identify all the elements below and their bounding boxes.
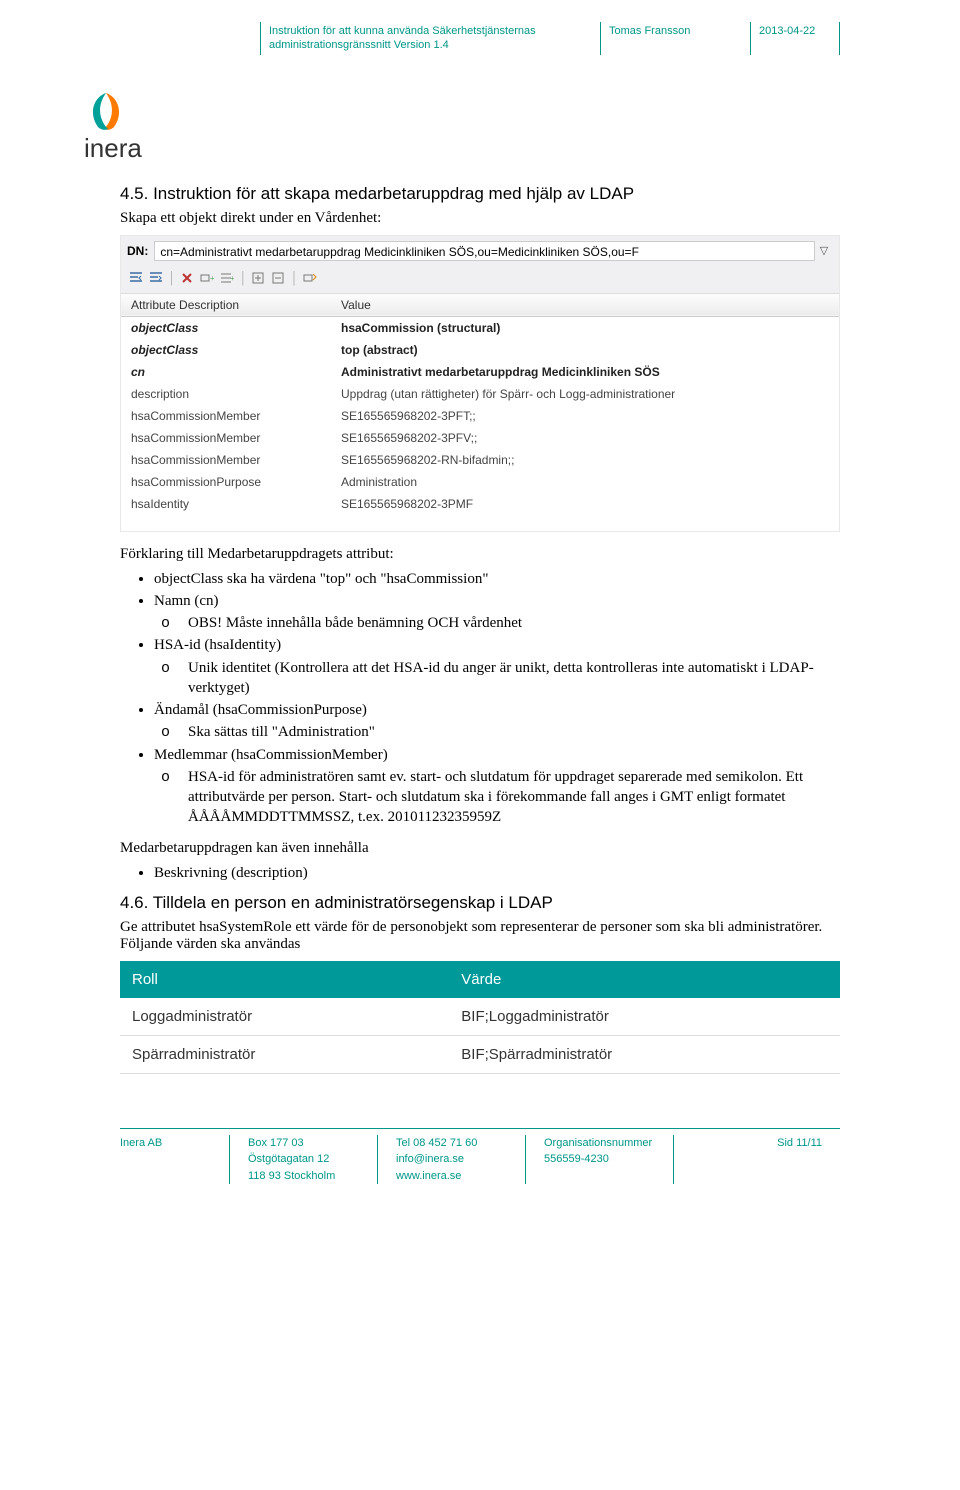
col-attr[interactable]: Attribute Description (121, 293, 331, 316)
table-row[interactable]: hsaIdentitySE165565968202-3PMF (121, 493, 839, 531)
new-attribute-icon[interactable]: + (218, 270, 236, 286)
footer-contact: Tel 08 452 71 60 info@inera.se www.inera… (396, 1135, 526, 1185)
attribute-table: Attribute Description Value objectClassh… (121, 293, 839, 531)
expand-icon[interactable] (249, 270, 267, 286)
table-row[interactable]: hsaCommissionMemberSE165565968202-RN-bif… (121, 449, 839, 471)
list-item: Beskrivning (description) (154, 863, 840, 883)
role-cell: Spärradministratör (120, 1035, 449, 1073)
list-sub-item: HSA-id för administratören samt ev. star… (188, 767, 840, 828)
attributes-explain-intro: Förklaring till Medarbetaruppdragets att… (120, 546, 840, 563)
list-sub-item: OBS! Måste innehålla både benämning OCH … (188, 613, 840, 633)
logo-name: inera (84, 133, 960, 164)
toolbar-separator: | (292, 269, 295, 287)
table-row[interactable]: hsaCommissionPurposeAdministration (121, 471, 839, 493)
col-value[interactable]: Value (331, 293, 839, 316)
dropdown-toggle-icon[interactable]: ▽ (815, 244, 833, 257)
doc-title-line1: Instruktion för att kunna använda Säkerh… (269, 24, 592, 38)
doc-title-line2: administrationsgränssnitt Version 1.4 (269, 38, 592, 52)
attributes-bullet-list: objectClass ska ha värdena "top" och "hs… (120, 569, 840, 828)
svg-text:+: + (210, 274, 214, 283)
attr-value: SE165565968202-3PFT;; (331, 405, 839, 427)
list-item: Ändamål (hsaCommissionPurpose) Ska sätta… (154, 700, 840, 743)
role-value-table: Roll Värde LoggadministratörBIF;Loggadmi… (120, 961, 840, 1074)
toolbar-separator: | (241, 269, 244, 287)
attr-name: cn (121, 361, 331, 383)
table-row[interactable]: cnAdministrativt medarbetaruppdrag Medic… (121, 361, 839, 383)
attr-name: hsaCommissionMember (121, 449, 331, 471)
collapse-icon[interactable] (269, 270, 287, 286)
attr-name: hsaCommissionPurpose (121, 471, 331, 493)
list-item: Medlemmar (hsaCommissionMember) HSA-id f… (154, 745, 840, 828)
attr-value: SE165565968202-3PMF (331, 493, 839, 531)
logo: inera (84, 91, 960, 164)
also-bullet-list: Beskrivning (description) (120, 863, 840, 883)
doc-date: 2013-04-22 (750, 22, 840, 55)
dn-label: DN: (127, 244, 148, 258)
doc-title-cell: Instruktion för att kunna använda Säkerh… (260, 22, 600, 55)
col-value: Värde (449, 961, 840, 998)
attr-value: top (abstract) (331, 339, 839, 361)
footer-address: Box 177 03 Östgötagatan 12 118 93 Stockh… (248, 1135, 378, 1185)
role-row: LoggadministratörBIF;Loggadministratör (120, 998, 840, 1036)
list-item: Namn (cn) OBS! Måste innehålla både benä… (154, 591, 840, 634)
role-table-header: Roll Värde (120, 961, 840, 998)
logo-icon (84, 91, 128, 131)
table-row[interactable]: hsaCommissionMemberSE165565968202-3PFT;; (121, 405, 839, 427)
dn-input[interactable]: cn=Administrativt medarbetaruppdrag Medi… (154, 241, 815, 261)
table-header-row: Attribute Description Value (121, 293, 839, 316)
attr-name: hsaCommissionMember (121, 427, 331, 449)
table-row[interactable]: descriptionUppdrag (utan rättigheter) fö… (121, 383, 839, 405)
role-row: SpärradministratörBIF;Spärradministratör (120, 1035, 840, 1073)
table-row[interactable]: hsaCommissionMemberSE165565968202-3PFV;; (121, 427, 839, 449)
intro-4-5: Skapa ett objekt direkt under en Vårdenh… (120, 210, 840, 227)
indent-right-icon[interactable] (147, 270, 165, 286)
svg-text:+: + (230, 274, 234, 283)
doc-author: Tomas Fransson (600, 22, 750, 55)
attr-value: SE165565968202-3PFV;; (331, 427, 839, 449)
heading-4-5: 4.5. Instruktion för att skapa medarbeta… (120, 184, 840, 204)
para-4-6: Ge attributet hsaSystemRole ett värde fö… (120, 919, 840, 953)
new-value-icon[interactable]: + (198, 270, 216, 286)
list-item: objectClass ska ha värdena "top" och "hs… (154, 569, 840, 589)
attr-name: objectClass (121, 339, 331, 361)
also-intro: Medarbetaruppdragen kan även innehålla (120, 840, 840, 857)
attr-name: hsaIdentity (121, 493, 331, 531)
attr-value: Uppdrag (utan rättigheter) för Spärr- oc… (331, 383, 839, 405)
heading-4-6: 4.6. Tilldela en person en administratör… (120, 893, 840, 913)
list-item: HSA-id (hsaIdentity) Unik identitet (Kon… (154, 635, 840, 698)
attr-value: SE165565968202-RN-bifadmin;; (331, 449, 839, 471)
list-sub-item: Unik identitet (Kontrollera att det HSA-… (188, 658, 840, 699)
table-row[interactable]: objectClasshsaCommission (structural) (121, 316, 839, 339)
attr-value: hsaCommission (structural) (331, 316, 839, 339)
footer-company: Inera AB (120, 1135, 230, 1185)
role-cell: Loggadministratör (120, 998, 449, 1036)
attr-name: description (121, 383, 331, 405)
value-cell: BIF;Loggadministratör (449, 998, 840, 1036)
doc-header: Instruktion för att kunna använda Säkerh… (260, 22, 840, 55)
ldap-screenshot: DN: cn=Administrativt medarbetaruppdrag … (120, 235, 840, 532)
ldap-toolbar: | + + | | (121, 266, 839, 293)
attr-name: hsaCommissionMember (121, 405, 331, 427)
value-cell: BIF;Spärradministratör (449, 1035, 840, 1073)
doc-footer: Inera AB Box 177 03 Östgötagatan 12 118 … (120, 1128, 840, 1185)
table-row[interactable]: objectClasstop (abstract) (121, 339, 839, 361)
attr-value: Administration (331, 471, 839, 493)
footer-page: Sid 11/11 (777, 1135, 840, 1185)
attr-name: objectClass (121, 316, 331, 339)
indent-left-icon[interactable] (127, 270, 145, 286)
attr-value: Administrativt medarbetaruppdrag Medicin… (331, 361, 839, 383)
delete-icon[interactable] (178, 270, 196, 286)
col-role: Roll (120, 961, 449, 998)
footer-orgnum: Organisationsnummer 556559-4230 (544, 1135, 674, 1185)
quick-filter-icon[interactable] (301, 270, 319, 286)
list-sub-item: Ska sättas till "Administration" (188, 722, 840, 742)
toolbar-separator: | (170, 269, 173, 287)
